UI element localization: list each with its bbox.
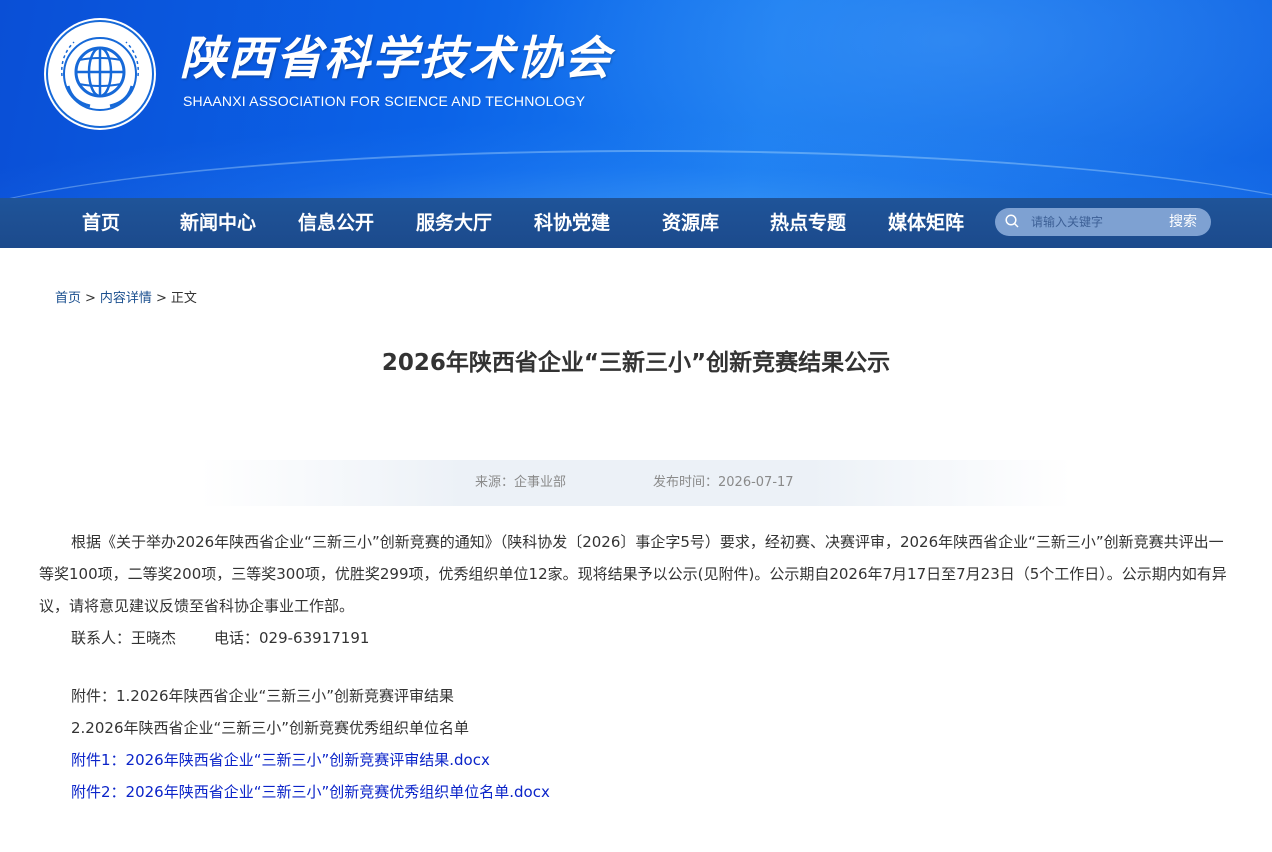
article-contact: 联系人：王晓杰 电话：029-63917191	[39, 622, 1235, 654]
article-date: 发布时间：2026-07-17	[653, 475, 794, 490]
article-body: 根据《关于举办2026年陕西省企业“三新三小”创新竞赛的通知》（陕科协发〔202…	[39, 526, 1235, 808]
attachment-link-1[interactable]: 附件1：2026年陕西省企业“三新三小”创新竞赛评审结果.docx	[71, 751, 490, 769]
nav-item-party[interactable]: 科协党建	[534, 198, 610, 248]
search-icon	[1005, 214, 1019, 228]
nav-item-info[interactable]: 信息公开	[298, 198, 374, 248]
header-banner: 陕西省科学技术协会 SHAANXI ASSOCIATION FOR SCIENC…	[0, 0, 1272, 198]
org-name-cn: 陕西省科学技术协会	[180, 31, 612, 85]
article-source: 来源：企事业部	[475, 475, 567, 490]
article-paragraph: 根据《关于举办2026年陕西省企业“三新三小”创新竞赛的通知》（陕科协发〔202…	[39, 533, 1227, 615]
search-box: 搜索	[995, 208, 1211, 236]
nav-item-news[interactable]: 新闻中心	[180, 198, 256, 248]
breadcrumb-current: 正文	[170, 291, 197, 306]
nav-item-home[interactable]: 首页	[82, 198, 120, 248]
attachment-list-item: 附件：1.2026年陕西省企业“三新三小”创新竞赛评审结果	[71, 687, 455, 705]
nav-item-service[interactable]: 服务大厅	[416, 198, 492, 248]
breadcrumb: 首页 > 内容详情 > 正文	[55, 290, 197, 308]
cast-logo-icon[interactable]	[42, 16, 158, 132]
breadcrumb-home[interactable]: 首页	[55, 291, 81, 306]
attachment-link-2[interactable]: 附件2：2026年陕西省企业“三新三小”创新竞赛优秀组织单位名单.docx	[71, 783, 550, 801]
main-nav: 首页 新闻中心 信息公开 服务大厅 科协党建 资源库 热点专题 媒体矩阵 搜索	[0, 198, 1272, 248]
breadcrumb-separator: >	[85, 291, 96, 306]
contact-phone: 电话：029-63917191	[214, 629, 370, 647]
nav-item-topics[interactable]: 热点专题	[770, 198, 846, 248]
search-input[interactable]	[1031, 212, 1149, 232]
contact-person: 联系人：王晓杰	[71, 629, 177, 647]
article-meta: 来源：企事业部 发布时间：2026-07-17	[200, 460, 1072, 506]
article-title: 2026年陕西省企业“三新三小”创新竞赛结果公示	[381, 350, 891, 376]
breadcrumb-separator: >	[155, 291, 167, 306]
attachment-list-item: 2.2026年陕西省企业“三新三小”创新竞赛优秀组织单位名单	[71, 719, 470, 737]
breadcrumb-detail[interactable]: 内容详情	[100, 291, 152, 306]
search-button[interactable]: 搜索	[1155, 208, 1211, 236]
org-name-en: SHAANXI ASSOCIATION FOR SCIENCE AND TECH…	[183, 93, 586, 109]
nav-item-resources[interactable]: 资源库	[662, 198, 719, 248]
nav-item-media[interactable]: 媒体矩阵	[888, 198, 964, 248]
